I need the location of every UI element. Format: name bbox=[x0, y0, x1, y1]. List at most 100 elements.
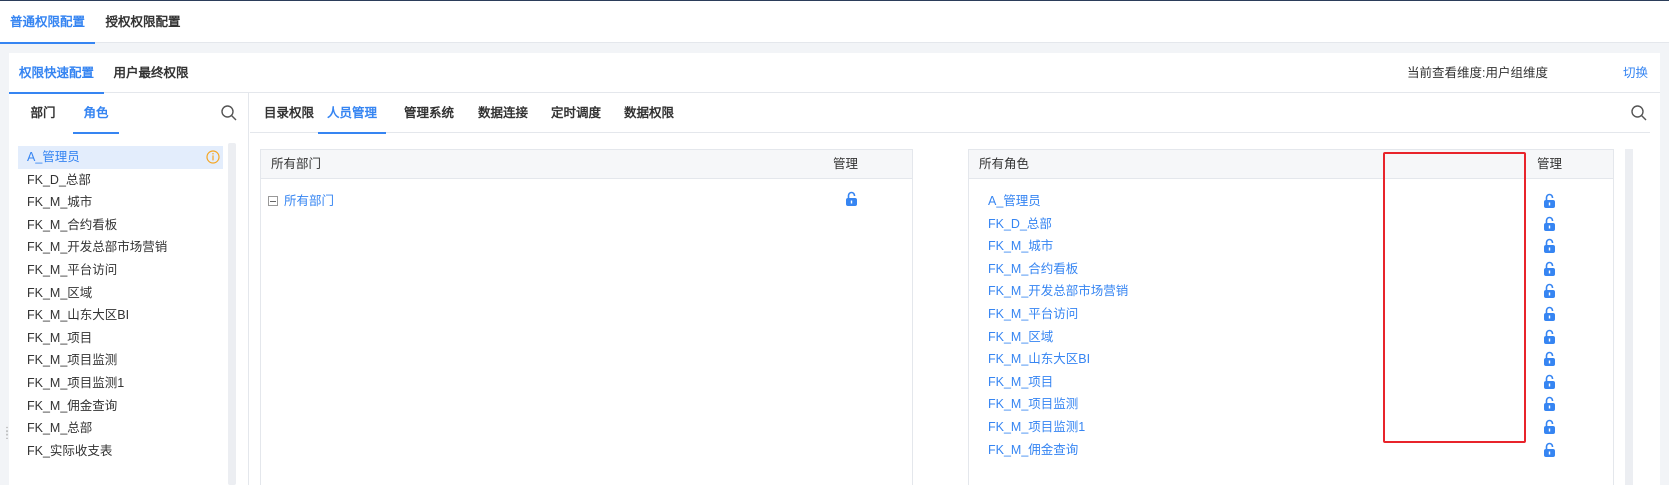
role-list-item[interactable]: FK_M_城市 bbox=[18, 191, 223, 214]
role-name-link[interactable]: FK_M_平台访问 bbox=[988, 303, 1078, 326]
role-list-item[interactable]: A_管理员 bbox=[18, 146, 223, 169]
tab-management-system[interactable]: 管理系统 bbox=[404, 93, 454, 133]
manage-header: 管理 bbox=[1537, 157, 1563, 171]
role-permission-rows: A_管理员 FK_D_总部 FK_M_城市 FK_M_合约看板 FK_M_开发总部市场营… bbox=[969, 190, 1609, 461]
switch-dimension-link[interactable]: 切换 bbox=[1623, 53, 1648, 93]
role-list-item-label: FK_M_佣金查询 bbox=[27, 398, 118, 413]
role-permission-row: FK_M_合约看板 bbox=[969, 258, 1609, 281]
tab-data-connection[interactable]: 数据连接 bbox=[478, 93, 528, 133]
role-name-link[interactable]: A_管理员 bbox=[988, 190, 1041, 213]
search-icon[interactable] bbox=[220, 104, 238, 122]
tab-data-permission[interactable]: 数据权限 bbox=[624, 93, 674, 133]
role-list: A_管理员 FK_D_总部 FK_M_城市 FK_M_合约看板 FK_M_开发总部市场营… bbox=[18, 146, 223, 462]
role-list-item[interactable]: FK_M_合约看板 bbox=[18, 214, 223, 237]
role-list-item[interactable]: FK_M_项目监测1 bbox=[18, 372, 223, 395]
role-name-link[interactable]: FK_M_合约看板 bbox=[988, 258, 1078, 281]
unlock-icon[interactable] bbox=[1543, 396, 1556, 412]
role-list-item[interactable]: FK_M_项目监测 bbox=[18, 349, 223, 372]
role-list-item[interactable]: FK_D_总部 bbox=[18, 169, 223, 192]
unlock-icon[interactable] bbox=[1543, 419, 1556, 435]
unlock-icon[interactable] bbox=[1543, 351, 1556, 367]
role-permission-row: FK_M_平台访问 bbox=[969, 303, 1609, 326]
role-permission-row: FK_M_项目监测1 bbox=[969, 416, 1609, 439]
role-permission-row: FK_M_项目监测 bbox=[969, 393, 1609, 416]
department-tree-root: 所有部门 bbox=[268, 193, 334, 209]
role-name-link[interactable]: FK_M_山东大区BI bbox=[988, 348, 1090, 371]
role-permission-row: FK_M_开发总部市场营销 bbox=[969, 280, 1609, 303]
main-card: 权限快速配置 用户最终权限 当前查看维度:用户组维度 切换 部门 角色 A_管理… bbox=[9, 53, 1660, 485]
department-root-label[interactable]: 所有部门 bbox=[284, 194, 334, 208]
role-list-item-label: FK_实际收支表 bbox=[27, 443, 113, 458]
department-panel: 所有部门 管理 所有部门 bbox=[260, 149, 913, 485]
tab-scheduled-task[interactable]: 定时调度 bbox=[551, 93, 601, 133]
tab-personnel-management[interactable]: 人员管理 bbox=[318, 93, 386, 134]
role-list-item[interactable]: FK_M_平台访问 bbox=[18, 259, 223, 282]
role-list-item[interactable]: FK_M_总部 bbox=[18, 417, 223, 440]
role-list-item-label: FK_M_总部 bbox=[27, 421, 93, 436]
role-name-link[interactable]: FK_M_项目 bbox=[988, 371, 1053, 394]
role-panel-header: 所有角色 管理 bbox=[969, 150, 1613, 179]
role-list-item-label: A_管理员 bbox=[27, 150, 80, 164]
unlock-icon[interactable] bbox=[1543, 306, 1556, 322]
role-list-item-label: FK_M_平台访问 bbox=[27, 262, 118, 277]
top-tab-bar: 普通权限配置 授权权限配置 bbox=[0, 1, 1669, 44]
department-panel-header: 所有部门 管理 bbox=[261, 150, 912, 179]
role-name-link[interactable]: FK_M_城市 bbox=[988, 235, 1053, 258]
left-scrollbar[interactable] bbox=[228, 143, 236, 485]
role-panel: 所有角色 管理 A_管理员 FK_D_总部 FK_M_城市 FK_M_合约看板 FK_M… bbox=[968, 149, 1614, 485]
unlock-icon[interactable] bbox=[1543, 238, 1556, 254]
role-name-link[interactable]: FK_M_项目监测 bbox=[988, 393, 1078, 416]
tab-role[interactable]: 角色 bbox=[73, 93, 119, 134]
tab-quick-config[interactable]: 权限快速配置 bbox=[9, 53, 104, 94]
tab-normal-permission-config[interactable]: 普通权限配置 bbox=[0, 1, 95, 44]
role-permission-row: FK_M_城市 bbox=[969, 235, 1609, 258]
left-panel: 部门 角色 A_管理员 FK_D_总部 FK_M_城市 FK_M_合约看板 FK_M_开… bbox=[9, 93, 249, 485]
role-list-item[interactable]: FK_M_山东大区BI bbox=[18, 304, 223, 327]
unlock-icon[interactable] bbox=[845, 191, 858, 207]
role-permission-row: FK_M_山东大区BI bbox=[969, 348, 1609, 371]
unlock-icon[interactable] bbox=[1543, 283, 1556, 299]
role-permission-row: FK_M_佣金查询 bbox=[969, 439, 1609, 462]
collapse-icon[interactable] bbox=[268, 196, 278, 206]
tab-authorization-permission-config[interactable]: 授权权限配置 bbox=[100, 1, 186, 43]
role-name-link[interactable]: FK_M_佣金查询 bbox=[988, 439, 1078, 462]
tab-department[interactable]: 部门 bbox=[29, 93, 57, 133]
unlock-icon[interactable] bbox=[1543, 193, 1556, 209]
all-departments-header: 所有部门 bbox=[271, 157, 322, 171]
role-list-item[interactable]: FK_M_佣金查询 bbox=[18, 395, 223, 418]
role-list-item[interactable]: FK_M_项目 bbox=[18, 327, 223, 350]
drag-handle-icon[interactable]: ⋮ ⋮ bbox=[2, 427, 12, 441]
role-list-item-label: FK_M_开发总部市场营销 bbox=[27, 240, 168, 255]
role-list-item-label: FK_M_山东大区BI bbox=[27, 308, 130, 323]
tab-user-final-permission[interactable]: 用户最终权限 bbox=[111, 53, 191, 93]
role-list-item-label: FK_M_项目 bbox=[27, 330, 93, 345]
tab-directory-permission[interactable]: 目录权限 bbox=[258, 93, 320, 133]
right-area: 目录权限 人员管理 管理系统 数据连接 定时调度 数据权限 所有部门 管理 所有… bbox=[250, 93, 1660, 485]
unlock-icon[interactable] bbox=[1543, 329, 1556, 345]
permission-tab-bar: 目录权限 人员管理 管理系统 数据连接 定时调度 数据权限 bbox=[250, 93, 1650, 134]
role-name-link[interactable]: FK_M_项目监测1 bbox=[988, 416, 1085, 439]
unlock-icon[interactable] bbox=[1543, 442, 1556, 458]
role-list-item-label: FK_M_合约看板 bbox=[27, 217, 118, 232]
role-list-item[interactable]: FK_M_开发总部市场营销 bbox=[18, 236, 223, 259]
all-roles-header: 所有角色 bbox=[979, 157, 1030, 171]
role-permission-row: A_管理员 bbox=[969, 190, 1609, 213]
role-name-link[interactable]: FK_M_开发总部市场营销 bbox=[988, 280, 1128, 303]
role-list-item-label: FK_D_总部 bbox=[27, 172, 91, 187]
role-list-item[interactable]: FK_M_区域 bbox=[18, 282, 223, 305]
unlock-icon[interactable] bbox=[1543, 216, 1556, 232]
sub-tab-bar: 权限快速配置 用户最终权限 当前查看维度:用户组维度 切换 bbox=[9, 53, 1660, 94]
search-icon[interactable] bbox=[1630, 104, 1648, 122]
role-permission-row: FK_M_区域 bbox=[969, 326, 1609, 349]
role-list-item-label: FK_M_区域 bbox=[27, 285, 93, 300]
unlock-icon[interactable] bbox=[1543, 261, 1556, 277]
role-list-item[interactable]: FK_实际收支表 bbox=[18, 440, 223, 463]
unlock-icon[interactable] bbox=[1543, 374, 1556, 390]
role-name-link[interactable]: FK_M_区域 bbox=[988, 326, 1053, 349]
role-permission-row: FK_M_项目 bbox=[969, 371, 1609, 394]
info-icon[interactable] bbox=[206, 150, 220, 164]
dimension-label: 当前查看维度:用户组维度 bbox=[1407, 66, 1548, 80]
role-permission-row: FK_D_总部 bbox=[969, 213, 1609, 236]
right-scrollbar[interactable] bbox=[1625, 149, 1633, 485]
role-name-link[interactable]: FK_D_总部 bbox=[988, 213, 1052, 236]
